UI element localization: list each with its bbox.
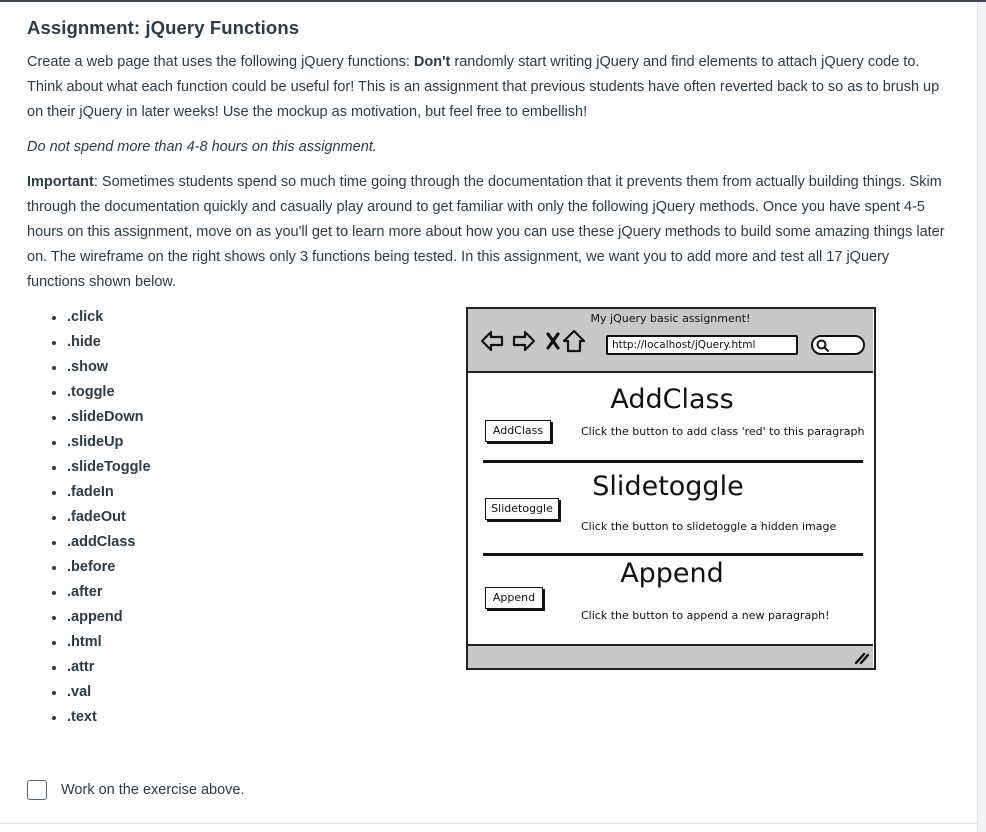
wireframe-search-field [811,335,865,355]
important-paragraph: Important: Sometimes students spend so m… [27,170,947,295]
list-item: .html [27,630,227,655]
list-item: .show [27,355,227,380]
important-label: Important [27,174,94,190]
search-icon [816,339,830,353]
wireframe-status-bar [468,644,873,668]
bottom-divider [0,823,978,824]
top-border [0,0,986,2]
list-item: .text [27,705,227,730]
list-item: .fadeOut [27,505,227,530]
intro-bold-dont: Don't [413,54,451,70]
list-item: .before [27,555,227,580]
list-item: .attr [27,655,227,680]
wireframe-nav-icons [480,329,586,353]
assignment-content: Assignment: jQuery Functions Create a we… [27,16,947,295]
todo-label: Work on the exercise above. [61,782,245,798]
wireframe-section-title-slidetoggle: Slidetoggle [592,471,744,502]
wireframe-append-text: Click the button to append a new paragra… [581,609,830,622]
wireframe-section-title-append: Append [620,558,724,589]
wireframe-section-title-addclass: AddClass [610,384,734,415]
back-arrow-icon [480,330,504,352]
list-item: .click [27,305,227,330]
list-item: .append [27,605,227,630]
resize-grip-icon [854,652,869,665]
time-note: Do not spend more than 4-8 hours on this… [27,139,377,155]
wireframe-slidetoggle-button: Slidetoggle [485,498,559,520]
assignment-title: Assignment: jQuery Functions [27,17,300,38]
list-item: .hide [27,330,227,355]
intro-paragraph: Create a web page that uses the followin… [27,50,947,125]
wireframe-url-field: http://localhost/jQuery.html [606,335,798,355]
list-item: .toggle [27,380,227,405]
wireframe-browser-chrome: My jQuery basic assignment! http://local… [468,309,873,373]
list-item: .addClass [27,530,227,555]
wireframe-mockup: My jQuery basic assignment! http://local… [466,307,876,670]
todo-checkbox[interactable] [27,780,47,800]
wireframe-addclass-text: Click the button to add class 'red' to t… [581,425,865,438]
list-item: .slideUp [27,430,227,455]
scrollbar-track[interactable] [977,2,986,832]
wireframe-slidetoggle-text: Click the button to slidetoggle a hidden… [581,520,837,533]
list-item: .val [27,680,227,705]
list-item: .slideToggle [27,455,227,480]
list-item: .after [27,580,227,605]
home-icon [562,329,586,353]
wireframe-divider [483,460,863,463]
important-text: : Sometimes students spend so much time … [27,174,945,290]
forward-arrow-icon [512,330,536,352]
wireframe-window-title: My jQuery basic assignment! [590,312,751,325]
list-item: .fadeIn [27,480,227,505]
todo-item[interactable]: Work on the exercise above. [27,779,245,801]
wireframe-divider [483,553,863,556]
wireframe-addclass-button: AddClass [485,420,551,442]
list-item: .slideDown [27,405,227,430]
intro-text-start: Create a web page that uses the followin… [27,54,414,70]
stop-x-icon [546,332,560,350]
jquery-function-list: .click .hide .show .toggle .slideDown .s… [27,305,227,730]
wireframe-append-button: Append [485,587,543,609]
